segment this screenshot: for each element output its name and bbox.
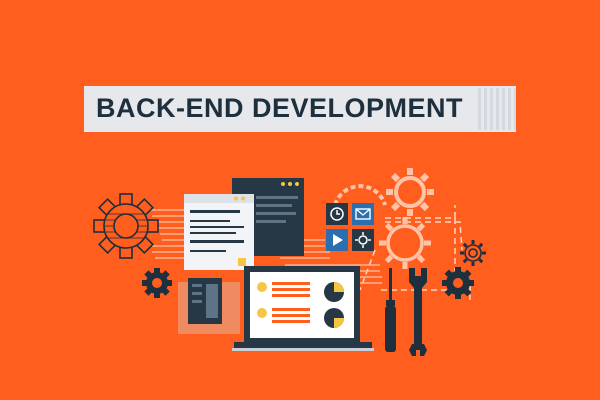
- gear-icon: [93, 193, 159, 259]
- hero-illustration: BACK-END DEVELOPMENT: [0, 0, 600, 400]
- gear-icon: [442, 267, 474, 299]
- server-icon: [178, 278, 240, 334]
- wrench-icon: [409, 268, 427, 356]
- gear-icon: [386, 168, 434, 216]
- gear-outline: [333, 184, 387, 206]
- pie-chart-icon: [324, 308, 344, 328]
- browser-window-icon: [184, 194, 254, 270]
- gear-icon: [142, 268, 172, 298]
- illustration-art: [93, 168, 486, 356]
- app-tiles: [326, 203, 374, 251]
- laptop-icon: [232, 266, 374, 351]
- gear-icon: [379, 217, 431, 269]
- screwdriver-icon: [385, 268, 396, 352]
- pie-chart-icon: [324, 282, 344, 302]
- gear-icon: [460, 240, 486, 266]
